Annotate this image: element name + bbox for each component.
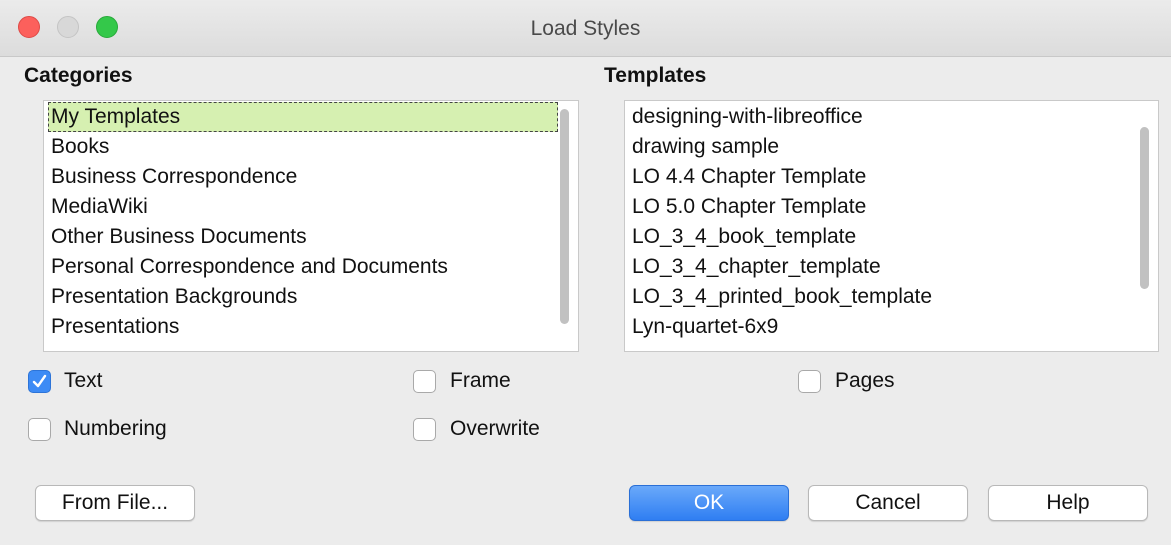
templates-items: designing-with-libreoffice drawing sampl… [629, 102, 1138, 342]
overwrite-checkbox[interactable] [413, 418, 436, 441]
template-item[interactable]: designing-with-libreoffice [629, 102, 1138, 132]
ok-button[interactable]: OK [629, 485, 789, 521]
categories-items: My Templates Books Business Corresponden… [48, 102, 558, 342]
numbering-checkbox-label[interactable]: Numbering [64, 417, 167, 441]
pages-checkbox[interactable] [798, 370, 821, 393]
category-item[interactable]: Presentation Backgrounds [48, 282, 558, 312]
template-item[interactable]: drawing sample [629, 132, 1138, 162]
window-title: Load Styles [530, 17, 641, 40]
category-item[interactable]: MediaWiki [48, 192, 558, 222]
from-file-button[interactable]: From File... [35, 485, 195, 521]
frame-checkbox-label[interactable]: Frame [450, 369, 511, 393]
frame-checkbox[interactable] [413, 370, 436, 393]
pages-checkbox-label[interactable]: Pages [835, 369, 895, 393]
category-item[interactable]: Business Correspondence [48, 162, 558, 192]
template-item[interactable]: LO_3_4_book_template [629, 222, 1138, 252]
template-item[interactable]: LO 5.0 Chapter Template [629, 192, 1138, 222]
cancel-button[interactable]: Cancel [808, 485, 968, 521]
template-item[interactable]: Lyn-quartet-6x9 [629, 312, 1138, 342]
numbering-checkbox[interactable] [28, 418, 51, 441]
checkmark-icon [32, 374, 47, 388]
text-checkbox-label[interactable]: Text [64, 369, 103, 393]
templates-label: Templates [604, 64, 707, 87]
category-item[interactable]: My Templates [48, 102, 558, 132]
categories-scrollbar-thumb[interactable] [560, 109, 569, 324]
category-item[interactable]: Personal Correspondence and Documents [48, 252, 558, 282]
help-button[interactable]: Help [988, 485, 1148, 521]
template-item[interactable]: LO 4.4 Chapter Template [629, 162, 1138, 192]
text-checkbox[interactable] [28, 370, 51, 393]
template-item[interactable]: LO_3_4_chapter_template [629, 252, 1138, 282]
category-item[interactable]: Presentations [48, 312, 558, 342]
categories-list[interactable]: My Templates Books Business Corresponden… [43, 100, 579, 352]
template-item[interactable]: LO_3_4_printed_book_template [629, 282, 1138, 312]
overwrite-checkbox-label[interactable]: Overwrite [450, 417, 540, 441]
title-bar: Load Styles [0, 0, 1171, 57]
templates-list[interactable]: designing-with-libreoffice drawing sampl… [624, 100, 1159, 352]
categories-label: Categories [24, 64, 133, 87]
category-item[interactable]: Books [48, 132, 558, 162]
category-item[interactable]: Other Business Documents [48, 222, 558, 252]
load-styles-dialog: Load Styles Categories My Templates Book… [0, 0, 1171, 545]
templates-scrollbar-thumb[interactable] [1140, 127, 1149, 289]
